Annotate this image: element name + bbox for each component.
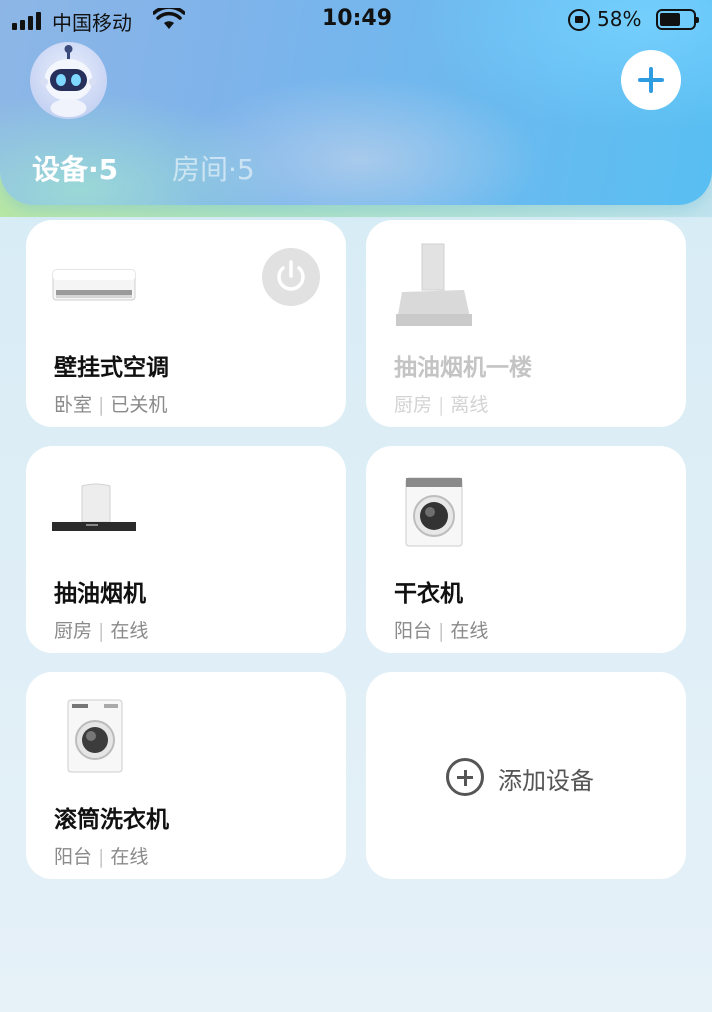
device-room: 厨房 bbox=[394, 394, 433, 416]
wifi-icon bbox=[153, 8, 185, 29]
device-status: 在线 bbox=[110, 620, 149, 642]
divider: | bbox=[98, 846, 105, 868]
battery-icon bbox=[656, 9, 699, 30]
washing-machine-icon bbox=[67, 699, 123, 773]
device-card-washing-machine[interactable]: 滚筒洗衣机 阳台 | 在线 bbox=[26, 672, 346, 879]
plus-circle-icon bbox=[446, 758, 484, 796]
device-card-range-hood[interactable]: 抽油烟机 厨房 | 在线 bbox=[26, 446, 346, 653]
device-name: 抽油烟机一楼 bbox=[394, 355, 532, 381]
add-button[interactable] bbox=[621, 50, 681, 110]
device-room: 阳台 bbox=[54, 846, 93, 868]
divider: | bbox=[98, 620, 105, 642]
carrier-label: 中国移动 bbox=[52, 11, 132, 35]
power-button[interactable] bbox=[262, 248, 320, 306]
device-card-range-hood-1f[interactable]: 抽油烟机一楼 厨房 | 离线 bbox=[366, 220, 686, 427]
device-name: 滚筒洗衣机 bbox=[54, 807, 169, 833]
device-status: 在线 bbox=[450, 620, 489, 642]
divider: | bbox=[438, 620, 445, 642]
header: 中国移动 10:49 58% 设备·5 房间·5 bbox=[0, 0, 712, 205]
device-meta: 阳台 | 在线 bbox=[394, 616, 488, 643]
robot-avatar-icon[interactable] bbox=[30, 42, 107, 119]
power-icon bbox=[277, 260, 305, 291]
device-meta: 厨房 | 离线 bbox=[394, 390, 488, 417]
range-hood-icon bbox=[52, 483, 136, 531]
battery-percent: 58% bbox=[597, 7, 642, 31]
divider: | bbox=[98, 394, 105, 416]
add-device-label: 添加设备 bbox=[498, 767, 594, 795]
device-room: 卧室 bbox=[54, 394, 93, 416]
divider: | bbox=[438, 394, 445, 416]
rotation-lock-icon bbox=[568, 9, 590, 31]
device-status: 在线 bbox=[110, 846, 149, 868]
device-status: 已关机 bbox=[110, 394, 168, 416]
device-name: 抽油烟机 bbox=[54, 581, 146, 607]
device-card-dryer[interactable]: 干衣机 阳台 | 在线 bbox=[366, 446, 686, 653]
range-hood-icon bbox=[396, 243, 472, 326]
signal-icon bbox=[12, 12, 46, 30]
device-name: 壁挂式空调 bbox=[54, 355, 169, 381]
tab-devices[interactable]: 设备·5 bbox=[32, 148, 118, 188]
device-name: 干衣机 bbox=[394, 581, 463, 607]
tab-rooms[interactable]: 房间·5 bbox=[172, 148, 255, 188]
dryer-icon bbox=[405, 477, 463, 547]
device-status: 离线 bbox=[450, 394, 489, 416]
device-room: 厨房 bbox=[54, 620, 93, 642]
device-card-air-conditioner[interactable]: 壁挂式空调 卧室 | 已关机 bbox=[26, 220, 346, 427]
clock: 10:49 bbox=[322, 6, 393, 31]
device-meta: 卧室 | 已关机 bbox=[54, 390, 167, 417]
device-meta: 厨房 | 在线 bbox=[54, 616, 148, 643]
status-bar: 中国移动 10:49 58% bbox=[0, 0, 712, 40]
device-meta: 阳台 | 在线 bbox=[54, 842, 148, 869]
air-conditioner-icon bbox=[52, 269, 136, 301]
device-room: 阳台 bbox=[394, 620, 433, 642]
add-device-card[interactable]: 添加设备 bbox=[366, 672, 686, 879]
